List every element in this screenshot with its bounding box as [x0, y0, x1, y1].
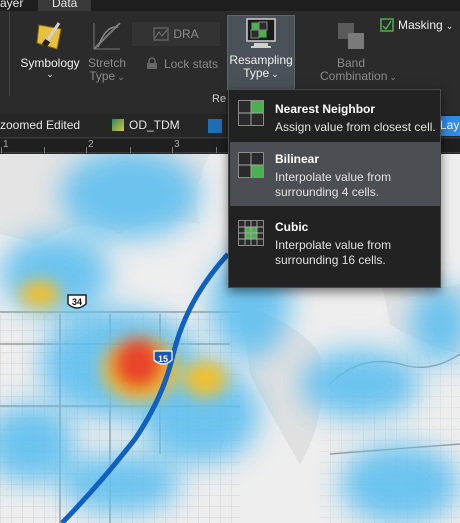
menu-item-description: Interpolate value from surrounding 4 cel… — [275, 170, 392, 199]
band-combination-button[interactable]: Band Combination ⌄ — [320, 17, 397, 87]
band-combination-label-2: Combination — [320, 69, 388, 83]
masking-icon — [380, 18, 394, 32]
nearest-neighbor-icon — [238, 100, 264, 126]
ruler-mark — [86, 147, 87, 153]
resampling-type-button[interactable]: Resampling Type ⌄ — [227, 15, 295, 90]
menu-item-description: Assign value from closest cell. — [275, 120, 436, 134]
lock-icon — [146, 57, 157, 69]
route-34-label: 34 — [72, 297, 82, 307]
tab-layer[interactable]: ayer — [0, 0, 23, 11]
ruler-tick-label: 1 — [3, 139, 9, 150]
symbology-button[interactable]: Symbology ⌄ — [16, 17, 84, 87]
route-34-shield: 34 — [67, 294, 87, 309]
dra-icon — [153, 27, 169, 41]
tab-zoomed-edited[interactable]: zoomed Edited — [0, 118, 80, 132]
chevron-down-icon: ⌄ — [46, 69, 54, 79]
layout-icon[interactable] — [208, 119, 222, 133]
resampling-type-label-2: Type — [243, 66, 270, 80]
cubic-icon — [238, 220, 264, 246]
menu-item-title: Nearest Neighbor — [275, 102, 376, 116]
stretch-type-label-2: Type — [89, 69, 116, 83]
chevron-down-icon: ⌄ — [445, 21, 454, 31]
raster-layer-icon — [112, 119, 124, 131]
dra-button[interactable]: DRA — [132, 22, 220, 46]
ruler-tick-label: 3 — [174, 139, 180, 150]
symbology-label: Symbology — [20, 56, 80, 70]
lock-stats-button[interactable]: Lock stats — [140, 57, 224, 73]
ruler-tick-label: 2 — [88, 139, 94, 150]
ribbon-group-label: Re — [212, 93, 227, 105]
chevron-down-icon: ⌄ — [271, 69, 279, 79]
menu-item-bilinear[interactable]: Bilinear Interpolate value from surround… — [230, 142, 440, 206]
menu-item-title: Cubic — [275, 220, 309, 234]
masking-label: Masking — [398, 18, 443, 32]
menu-item-description: Interpolate value from surrounding 16 ce… — [275, 238, 392, 267]
resampling-type-icon — [246, 18, 276, 48]
ruler-mark — [172, 147, 173, 153]
masking-button[interactable]: Masking ⌄ — [380, 18, 460, 38]
ruler-mark — [216, 147, 217, 153]
chevron-down-icon: ⌄ — [389, 72, 397, 82]
app-window: { "ribbon": { "tabs": [{"label": "ayer"}… — [0, 0, 460, 523]
chevron-down-icon: ⌄ — [117, 72, 125, 82]
bilinear-icon — [238, 152, 264, 178]
tab-data[interactable]: Data — [38, 0, 92, 11]
menu-item-title: Bilinear — [275, 152, 320, 166]
interstate-15-shield: 15 — [153, 350, 173, 365]
band-combination-icon — [338, 23, 364, 49]
interstate-15-label: 15 — [158, 354, 168, 364]
resampling-type-menu: Nearest Neighbor Assign value from close… — [228, 89, 441, 288]
dra-label: DRA — [173, 27, 199, 41]
tab-od-tdm[interactable]: OD_TDM — [112, 118, 180, 132]
ruler-mark — [1, 147, 2, 153]
ribbon-tab-row: ayer Data — [0, 0, 460, 11]
tab-od-tdm-label: OD_TDM — [129, 118, 180, 132]
stretch-type-icon — [93, 22, 121, 50]
ruler-mark — [44, 147, 45, 153]
symbology-icon — [36, 22, 62, 50]
menu-item-cubic[interactable]: Cubic Interpolate value from surrounding… — [230, 212, 440, 276]
lock-stats-label: Lock stats — [163, 57, 219, 71]
ribbon-separator — [9, 12, 10, 96]
stretch-type-button[interactable]: Stretch Type ⌄ — [84, 17, 130, 87]
ruler-mark — [130, 147, 131, 153]
